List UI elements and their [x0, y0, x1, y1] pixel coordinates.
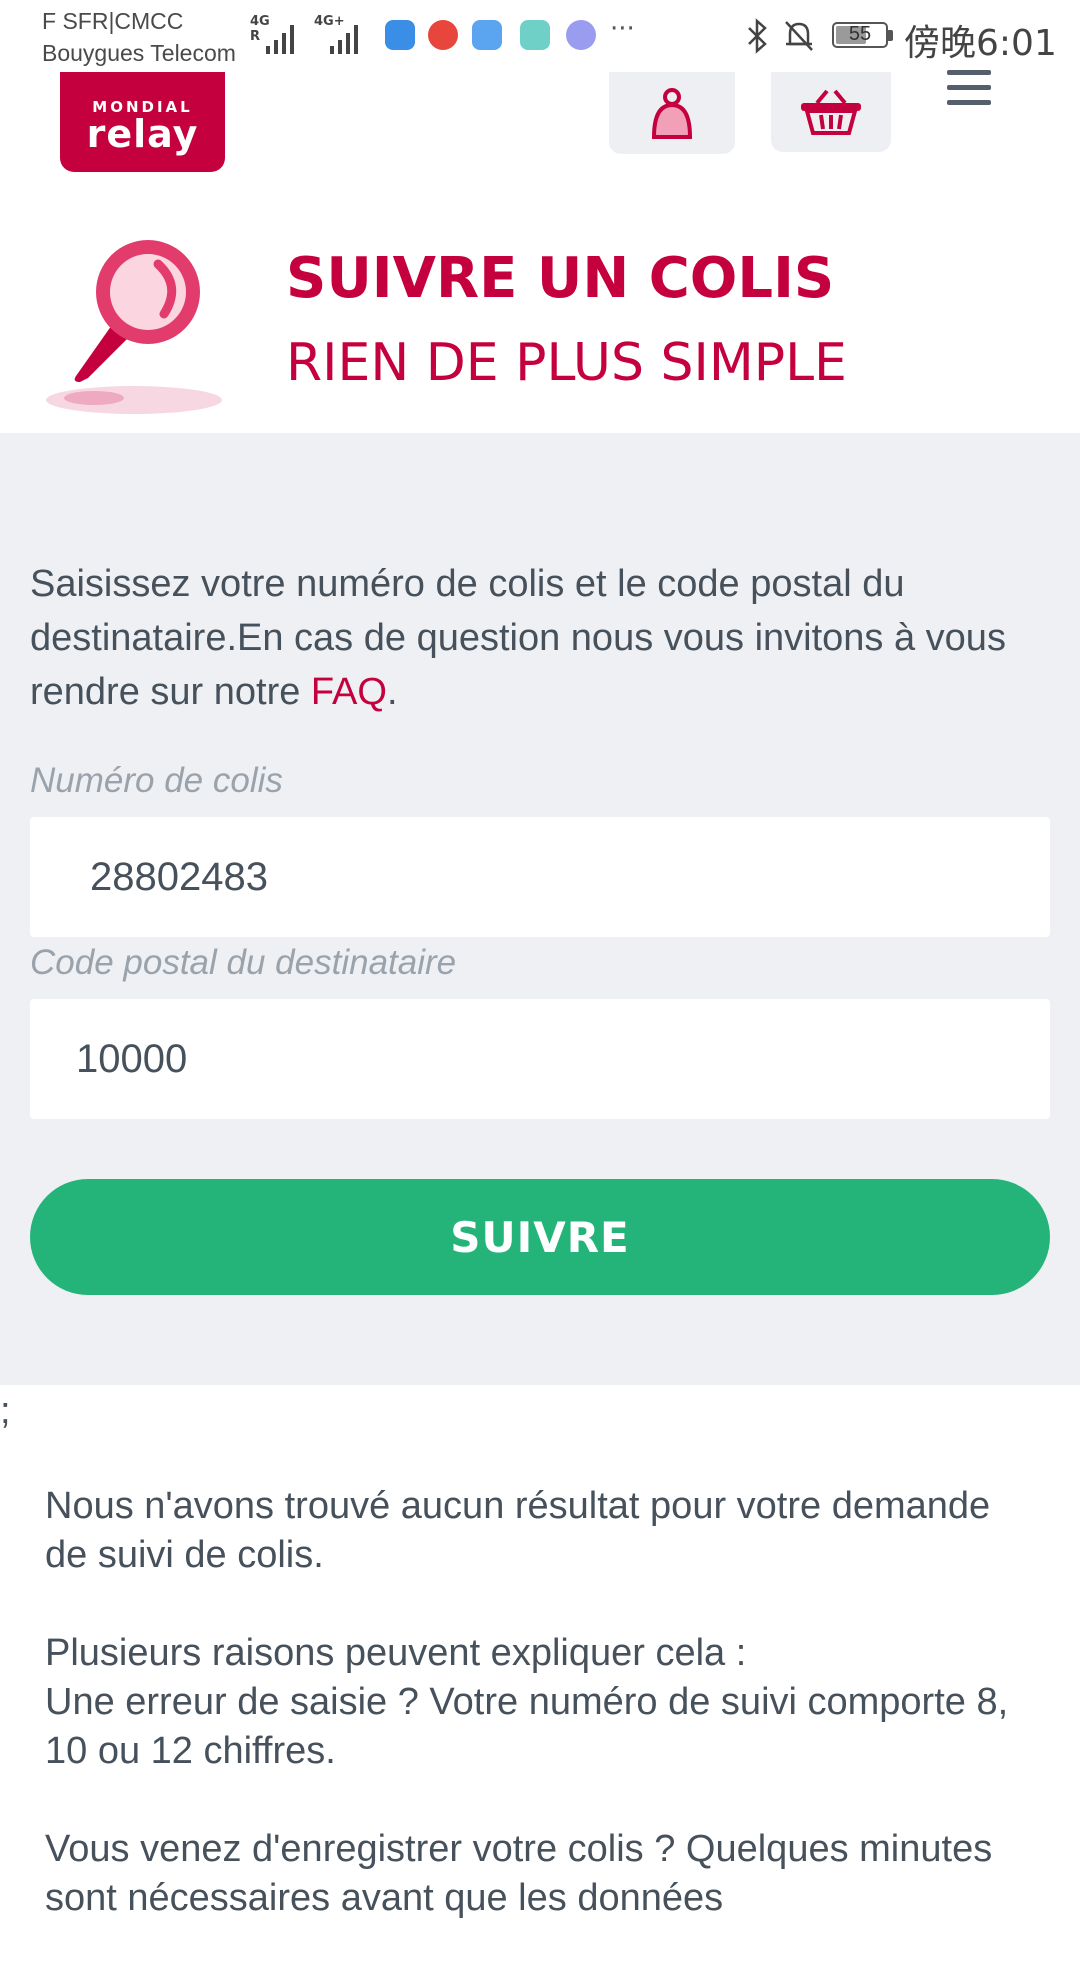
- reasons-paragraph: Plusieurs raisons peuvent expliquer cela…: [45, 1629, 1025, 1776]
- tracking-form-panel: Saisissez votre numéro de colis et le co…: [0, 433, 1080, 1385]
- form-intro: Saisissez votre numéro de colis et le co…: [30, 557, 1030, 719]
- carrier-name-2: Bouygues Telecom: [42, 40, 236, 66]
- postal-code-input[interactable]: [30, 999, 1050, 1119]
- reason-input-error: Une erreur de saisie ? Votre numéro de s…: [45, 1681, 1009, 1772]
- cart-button[interactable]: [771, 72, 891, 152]
- stray-semicolon: ;: [0, 1390, 11, 1432]
- more-notifications-icon: ···: [610, 14, 635, 44]
- reason-recent-registration: Vous venez d'enregistrer votre colis ? Q…: [45, 1828, 993, 1919]
- user-icon: [651, 88, 693, 139]
- reasons-intro: Plusieurs raisons peuvent expliquer cela…: [45, 1632, 747, 1674]
- basket-icon: [801, 89, 861, 135]
- parcel-number-input[interactable]: [30, 817, 1050, 937]
- suivre-button[interactable]: SUIVRE: [30, 1179, 1050, 1295]
- intro-end: .: [386, 671, 398, 713]
- music-app-icon: [428, 20, 458, 50]
- carrier-name-1: F SFR|CMCC: [42, 8, 184, 34]
- postal-code-label: Code postal du destinataire: [30, 943, 457, 982]
- parcel-number-label: Numéro de colis: [30, 761, 283, 800]
- page-subtitle: RIEN DE PLUS SIMPLE: [286, 333, 847, 393]
- shield-app-icon: [385, 20, 415, 50]
- clock: 傍晚6:01: [904, 23, 1057, 64]
- chat-app-icon: [472, 20, 502, 50]
- logo-main-text: relay: [86, 112, 199, 156]
- menu-icon-bar: [947, 85, 991, 90]
- bluetooth-icon: [748, 18, 767, 54]
- battery-icon: 55: [832, 22, 888, 48]
- magnifier-icon: [46, 240, 222, 414]
- itunes-app-icon: [566, 20, 596, 50]
- battery-tip: [888, 30, 893, 41]
- intro-text: Saisissez votre numéro de colis et le co…: [30, 563, 1006, 713]
- menu-button[interactable]: [945, 68, 995, 110]
- faq-link[interactable]: FAQ: [311, 671, 387, 713]
- mute-bell-icon: [785, 21, 813, 51]
- robot-app-icon: [520, 20, 550, 50]
- mondial-relay-logo[interactable]: MONDIAL relay: [60, 72, 225, 172]
- no-result-text: Nous n'avons trouvé aucun résultat pour …: [45, 1485, 991, 1576]
- menu-icon-bar: [947, 100, 991, 105]
- status-bar: F SFR|CMCC Bouygues Telecom 4G R 4G+ ···…: [0, 0, 1080, 72]
- results-message: Nous n'avons trouvé aucun résultat pour …: [45, 1482, 1025, 1972]
- account-button[interactable]: [609, 72, 735, 154]
- menu-icon: [947, 70, 991, 75]
- page-title: SUIVRE UN COLIS: [286, 246, 835, 311]
